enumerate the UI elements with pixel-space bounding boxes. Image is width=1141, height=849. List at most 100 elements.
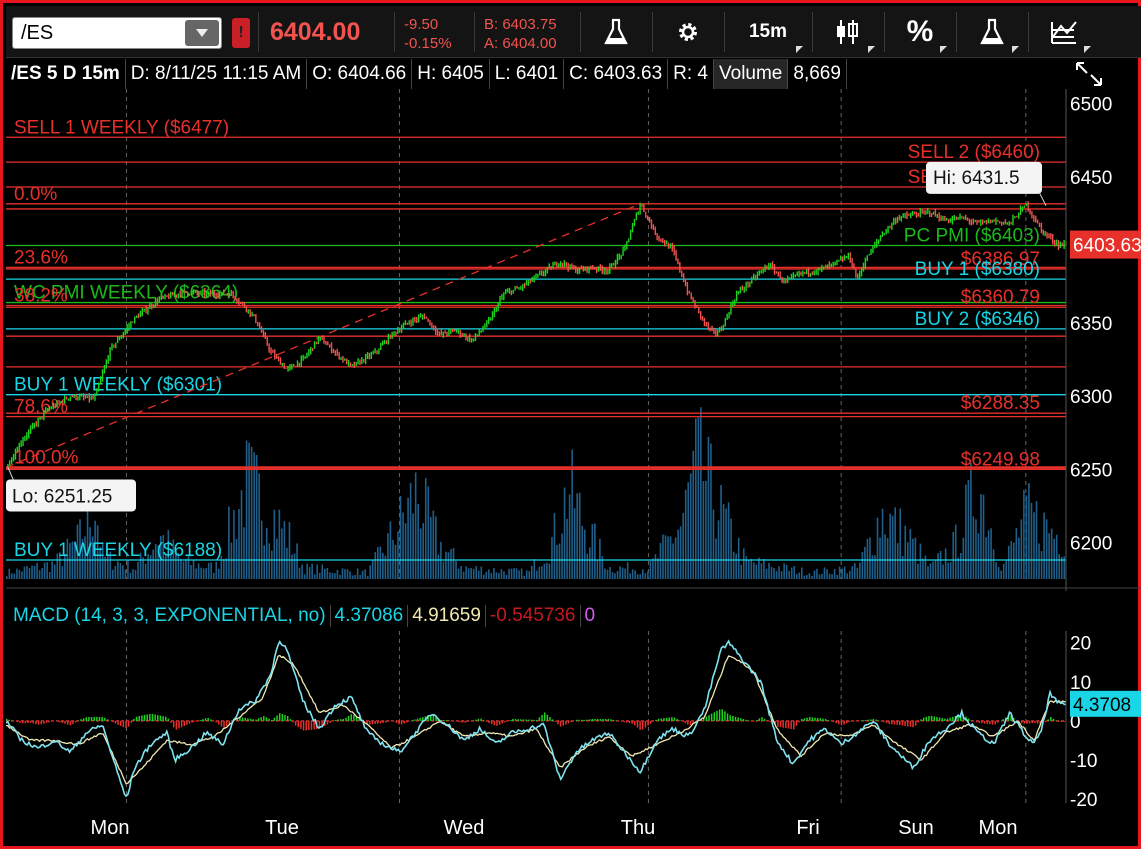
volume-bar: [778, 566, 780, 579]
volume-bar: [682, 513, 684, 579]
histogram-bar: [82, 718, 85, 721]
volume-bar: [28, 567, 31, 579]
histogram-bar: [930, 715, 933, 721]
volume-bar: [334, 573, 336, 579]
histogram-bar: [798, 720, 800, 723]
histogram-bar: [904, 720, 906, 726]
histogram-bar: [475, 719, 477, 721]
drawing-icon[interactable]: [1034, 6, 1094, 58]
volume-bar: [783, 563, 785, 579]
volume-bar: [1015, 528, 1018, 579]
volume-bar: [369, 565, 372, 579]
volume-bar: [457, 568, 460, 579]
volume-bar: [288, 521, 291, 579]
gear-icon[interactable]: [658, 6, 718, 58]
volume-bar: [730, 518, 732, 579]
histogram-bar: [157, 715, 159, 721]
histogram-bar: [708, 715, 710, 721]
histogram-bar: [448, 720, 451, 721]
volume-bar: [715, 538, 717, 579]
volume-bar: [6, 576, 8, 579]
histogram-bar: [811, 717, 814, 721]
volume-bar: [801, 567, 803, 579]
volume-bar: [561, 533, 563, 579]
volume-bar: [793, 566, 796, 579]
histogram-bar: [673, 717, 676, 721]
symbol-input[interactable]: /ES: [12, 17, 222, 49]
volume-bar: [13, 573, 16, 579]
histogram-bar: [912, 720, 914, 728]
histogram-bar: [114, 720, 117, 724]
histogram-bar: [652, 720, 655, 722]
volume-bar: [359, 574, 361, 579]
volume-bar: [475, 566, 478, 579]
volume-bar: [1023, 489, 1025, 579]
timeframe-button[interactable]: 15m: [730, 6, 806, 58]
histogram-bar: [183, 720, 186, 727]
histogram-bar: [1058, 720, 1060, 722]
histogram-bar: [525, 719, 527, 721]
volume-bar: [1002, 563, 1005, 579]
price-chart[interactable]: SELL 1 WEEKLY ($6477)SELL 2 ($6460)SELL …: [6, 89, 1141, 591]
histogram-bar: [61, 720, 64, 724]
volume-bar: [43, 562, 46, 579]
histogram-bar: [276, 715, 278, 721]
histogram-bar: [819, 718, 822, 721]
histogram-bar: [220, 720, 223, 727]
volume-bar: [636, 574, 639, 579]
volume-bar: [23, 566, 26, 579]
volume-bar: [576, 493, 578, 579]
volume-bar: [626, 562, 629, 579]
volume-bar: [291, 554, 293, 579]
volume-bar: [180, 558, 182, 579]
volume-bar: [412, 513, 414, 579]
flask-icon[interactable]: [586, 6, 646, 58]
volume-bar: [225, 558, 228, 579]
alert-flag-icon[interactable]: !: [232, 18, 250, 48]
volume-bar: [483, 574, 485, 579]
info-volume-value: 8,669: [788, 59, 847, 89]
histogram-bar: [840, 720, 843, 726]
histogram-bar: [467, 720, 469, 722]
volume-bar: [740, 564, 743, 579]
toolbar: /ES ! 6404.00 -9.50 -0.15% B: 6403.75 A:…: [6, 6, 1141, 58]
expand-icon[interactable]: [1071, 59, 1107, 89]
histogram-bar: [509, 720, 511, 721]
volume-bar: [859, 562, 861, 579]
chevron-down-icon[interactable]: [185, 20, 219, 46]
histogram-bar: [933, 716, 935, 721]
volume-bar: [283, 521, 286, 579]
volume-bar: [594, 523, 596, 579]
info-high: H: 6405: [412, 59, 490, 89]
histogram-bar: [326, 720, 329, 725]
volume-bar: [520, 568, 523, 579]
histogram-bar: [472, 720, 474, 721]
volume-bar: [477, 570, 480, 579]
percent-icon[interactable]: %: [890, 6, 950, 58]
volume-bar: [856, 567, 859, 579]
volume-bar: [556, 544, 558, 579]
volume-bar: [596, 559, 599, 579]
volume-bar: [137, 561, 139, 579]
volume-bar: [377, 547, 379, 579]
macd-chart[interactable]: 20100-10-204.3708: [6, 631, 1141, 809]
histogram-bar: [347, 715, 350, 721]
volume-bar: [1020, 519, 1023, 579]
candle-style-icon[interactable]: [818, 6, 878, 58]
volume-bar: [808, 573, 811, 579]
histogram-bar: [596, 718, 599, 721]
histogram-bar: [29, 720, 32, 723]
histogram-bar: [490, 720, 493, 725]
volume-bar: [11, 573, 13, 579]
volume-bar: [344, 569, 346, 579]
histogram-bar: [32, 720, 34, 724]
volume-bar: [889, 513, 891, 579]
flask-icon[interactable]: [962, 6, 1022, 58]
histogram-bar: [6, 718, 8, 721]
volume-bar: [185, 558, 187, 579]
volume-bar: [510, 568, 513, 579]
volume-bar: [720, 485, 722, 579]
volume-bar: [879, 537, 881, 579]
volume-bar: [990, 528, 992, 579]
time-tick: Sun: [898, 817, 934, 839]
